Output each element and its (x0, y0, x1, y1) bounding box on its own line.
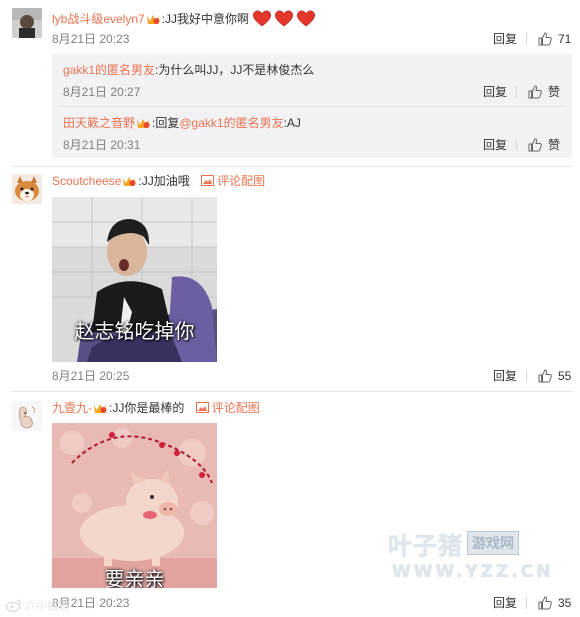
vip-badge-icon (122, 175, 136, 187)
reply-username[interactable]: 田天簌之音野 (63, 116, 135, 130)
avatar[interactable] (12, 174, 42, 204)
reply-button[interactable]: 回复 (493, 595, 517, 611)
reply-button[interactable]: 回复 (493, 368, 517, 384)
like-label: 赞 (548, 85, 561, 99)
vip-badge-icon (93, 402, 107, 414)
thumbs-up-icon (538, 32, 552, 46)
thumbs-up-icon (538, 596, 552, 610)
comment-pic-link[interactable]: 评论配图 (201, 174, 265, 188)
comment-header: Scoutcheese :JJ加油哦 评论配图 (52, 173, 265, 189)
image-caption: 要亲亲 (104, 567, 165, 588)
avatar[interactable] (12, 8, 42, 38)
comment-username[interactable]: 九壹九- (52, 401, 92, 415)
comment-time: 8月21日 20:23 (52, 32, 130, 46)
divider (12, 166, 572, 167)
like-button[interactable]: 赞 (528, 84, 560, 100)
like-button[interactable]: 赞 (528, 137, 560, 153)
comment-image[interactable]: 赵志铭吃掉你 (52, 197, 217, 362)
thumbs-up-icon (538, 369, 552, 383)
divider (516, 86, 517, 98)
watermark-brand: 叶子猪 (388, 531, 463, 560)
like-button[interactable]: 55 (538, 368, 571, 384)
watermark-brand-sub: 游戏网 (467, 531, 519, 555)
comment-header: lyb战斗级evelyn7 :JJ我好中意你啊 (52, 8, 317, 28)
reply-header: gakk1的匿名男友:为什么叫JJ，JJ不是林俊杰么 (63, 62, 314, 78)
image-caption: 赵志铭吃掉你 (74, 319, 195, 343)
like-count: 35 (558, 596, 572, 610)
image-icon (201, 174, 215, 186)
comment-text: :JJ你是最棒的 (109, 401, 185, 415)
comment-text: :JJ加油哦 (138, 174, 190, 188)
reply-header: 田天簌之音野 :回复@gakk1的匿名男友:AJ (63, 115, 301, 131)
divider (516, 139, 517, 151)
reply-button[interactable]: 回复 (493, 31, 517, 47)
comment-username[interactable]: Scoutcheese (52, 174, 121, 188)
reply-mention[interactable]: @gakk1的匿名男友 (179, 116, 283, 130)
like-count: 71 (558, 32, 572, 46)
pic-link-label: 评论配图 (217, 174, 266, 188)
reply-button[interactable]: 回复 (483, 137, 507, 153)
reply-button[interactable]: 回复 (483, 84, 507, 100)
comment-pic-link[interactable]: 评论配图 (195, 401, 260, 415)
thumbs-up-icon (528, 138, 542, 152)
comment-time: 8月21日 20:25 (52, 369, 130, 383)
reply-prefix: :回复 (152, 116, 180, 130)
vip-badge-icon (136, 117, 150, 129)
weibo-watermark-text: 六小猫猫 (25, 599, 69, 612)
like-count: 55 (558, 369, 572, 383)
vip-badge-icon (146, 13, 160, 25)
reply-time: 8月21日 20:31 (63, 138, 141, 152)
reply-text: :为什么叫JJ，JJ不是林俊杰么 (155, 63, 315, 77)
image-icon (195, 401, 209, 413)
weibo-logo-icon (6, 598, 21, 612)
heart-emoji-icon (251, 8, 317, 28)
reply-time: 8月21日 20:27 (63, 85, 141, 99)
divider (526, 370, 527, 382)
watermark-url: WWW.YZZ.CN (392, 562, 554, 582)
weibo-watermark: 六小猫猫 (6, 597, 69, 613)
comment-username[interactable]: lyb战斗级evelyn7 (52, 12, 145, 26)
reply-username[interactable]: gakk1的匿名男友 (63, 63, 155, 77)
like-button[interactable]: 71 (538, 31, 571, 47)
comment-header: 九壹九- :JJ你是最棒的 评论配图 (52, 400, 260, 416)
divider (12, 391, 572, 392)
pic-link-label: 评论配图 (211, 401, 260, 415)
comment-image[interactable]: 要亲亲 (52, 423, 217, 588)
divider (526, 33, 527, 45)
divider (60, 106, 564, 107)
reply-text: :AJ (283, 116, 301, 130)
site-watermark: 叶子猪 游戏网 (388, 528, 519, 560)
thumbs-up-icon (528, 85, 542, 99)
like-label: 赞 (548, 138, 561, 152)
comment-text: :JJ我好中意你啊 (161, 12, 250, 26)
avatar[interactable] (12, 401, 42, 431)
like-button[interactable]: 35 (538, 595, 571, 611)
divider (526, 597, 527, 609)
